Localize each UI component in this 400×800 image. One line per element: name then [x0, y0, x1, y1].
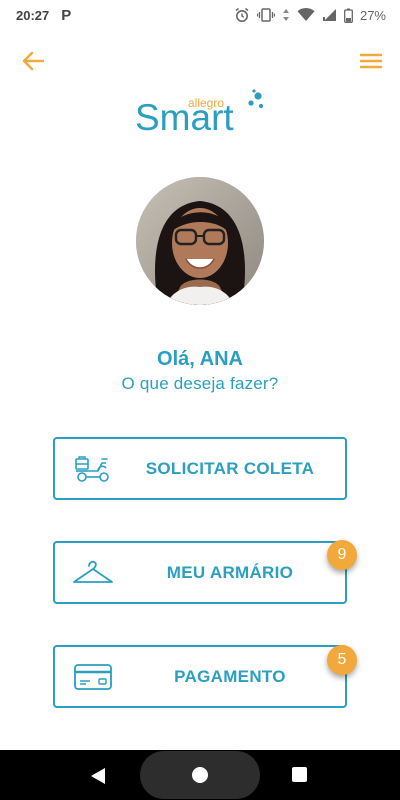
status-bar: 20:27 P 27%: [0, 0, 400, 30]
battery-icon: [344, 8, 353, 23]
pagamento-label: PAGAMENTO: [174, 666, 286, 686]
app-bar: [0, 30, 400, 92]
pagamento-button[interactable]: PAGAMENTO: [53, 645, 347, 708]
hamburger-menu-icon[interactable]: [358, 48, 384, 74]
status-time: 20:27: [16, 7, 50, 23]
wifi-icon: [297, 8, 315, 21]
battery-percent: 27%: [359, 7, 386, 23]
pagamento-count-badge: 5: [327, 645, 357, 675]
meu-armario-button[interactable]: MEU ARMÁRIO: [53, 541, 347, 604]
cell-signal-icon: [322, 9, 336, 21]
nav-back-icon[interactable]: [88, 766, 108, 786]
vibrate-icon: [256, 8, 275, 22]
meu-armario-label: MEU ARMÁRIO: [166, 562, 294, 582]
profile-photo: [136, 177, 264, 305]
clothes-hanger-icon: [71, 543, 115, 602]
smart-allegro-logo: allegro Smart: [130, 86, 270, 138]
logo-main: Smart: [135, 97, 234, 138]
solicitar-coleta-label: SOLICITAR COLETA: [145, 458, 315, 478]
arrow-left-icon[interactable]: [20, 48, 46, 74]
greeting-subtitle: O que deseja fazer?: [121, 374, 279, 393]
notification-app-icon: P: [61, 6, 72, 24]
nav-recents-icon[interactable]: [292, 767, 307, 782]
avatar: [136, 177, 264, 305]
alarm-icon: [235, 7, 249, 22]
data-arrows-icon: [282, 9, 289, 21]
credit-card-icon: [71, 647, 115, 706]
delivery-scooter-icon: [71, 439, 115, 498]
nav-home-icon[interactable]: [192, 767, 208, 783]
armario-count-badge: 9: [327, 540, 357, 570]
solicitar-coleta-button[interactable]: SOLICITAR COLETA: [53, 437, 347, 500]
greeting-title: Olá, ANA: [157, 348, 243, 370]
